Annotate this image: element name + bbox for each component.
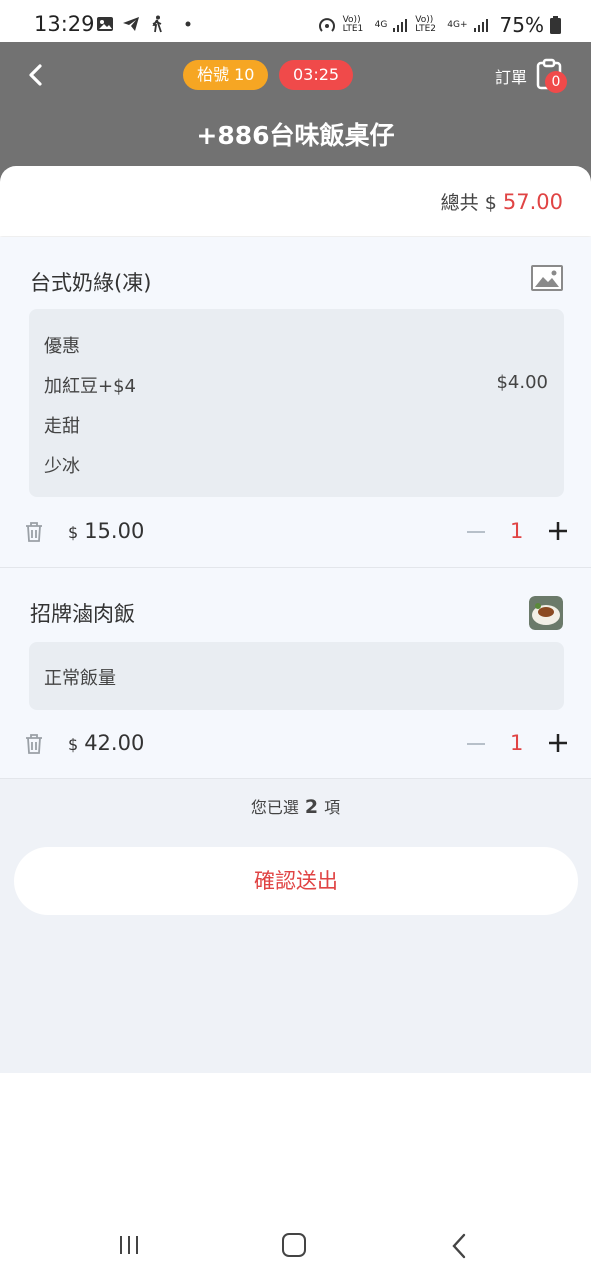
trash-icon[interactable] [24,733,44,755]
item-currency: $ [68,523,79,542]
back-arrow-icon[interactable] [22,60,52,90]
item-options: 優惠 加紅豆+$4 $4.00 走甜 少冰 [29,309,564,497]
item-price: 15.00 [84,519,145,543]
telegram-icon [123,17,139,31]
image-placeholder-icon [531,265,563,291]
app-header: 枱號 10 03:25 訂單 0 +886台味飯桌仔 [0,42,591,182]
orders-button[interactable]: 訂單 [495,64,527,88]
battery-icon [550,16,561,34]
hotspot-icon [318,18,335,32]
selected-count: 您已選 2 項 [250,796,341,818]
status-bar: 13:29 Vo)) LTE1 4G Vo)) LTE2 4G+ 75% [0,0,591,42]
network-type-2: 4G+ [447,20,468,30]
increase-quantity-button[interactable] [548,521,568,541]
nav-back-icon[interactable] [451,1233,467,1259]
cart-item: 台式奶綠(凍) 優惠 加紅豆+$4 $4.00 走甜 少冰 $15.00 1 [0,237,591,567]
recent-apps-icon[interactable] [118,1234,140,1256]
page-title: +886台味飯桌仔 [196,121,395,150]
option-price: $4.00 [496,372,548,393]
item-name: 招牌滷肉飯 [30,602,135,626]
item-options: 正常飯量 [29,642,564,710]
sim1-label: Vo)) LTE1 [342,15,364,34]
gallery-icon [97,17,113,31]
total-currency: $ [484,192,497,214]
item-price: 42.00 [84,731,145,755]
selected-count-number: 2 [304,796,319,818]
item-quantity: 1 [510,731,524,755]
battery-percent: 75% [499,13,544,37]
option-label: 正常飯量 [44,668,116,689]
option-label: 少冰 [44,456,80,477]
dot-icon [185,21,191,27]
status-time: 13:29 [34,12,95,36]
option-label: 加紅豆+$4 [44,376,136,397]
network-type-1: 4G [374,20,388,30]
increase-quantity-button[interactable] [548,733,568,753]
total-summary: 總共 $ 57.00 [0,166,591,236]
timer-badge: 03:25 [279,60,354,90]
signal-icon [473,19,488,32]
total-amount: 57.00 [502,190,563,214]
orders-count-badge: 0 [545,71,567,93]
item-currency: $ [68,735,79,754]
option-label: 優惠 [44,336,80,357]
item-quantity: 1 [510,519,524,543]
trash-icon[interactable] [24,521,44,543]
cart-item: 招牌滷肉飯 正常飯量 $42.00 1 [0,568,591,778]
option-label: 走甜 [44,416,80,437]
system-nav-bar [0,1073,591,1280]
braised-pork-rice-photo [529,596,563,630]
total-label: 總共 [440,192,479,214]
table-number-badge: 枱號 10 [183,60,269,90]
divider [0,778,591,779]
confirm-submit-button[interactable]: 確認送出 [14,847,578,915]
decrease-quantity-button[interactable] [467,531,485,533]
decrease-quantity-button[interactable] [467,743,485,745]
signal-icon [393,19,408,32]
home-icon[interactable] [282,1233,306,1257]
sim2-label: Vo)) LTE2 [415,15,436,34]
walking-icon [152,15,162,33]
item-name: 台式奶綠(凍) [30,271,152,295]
